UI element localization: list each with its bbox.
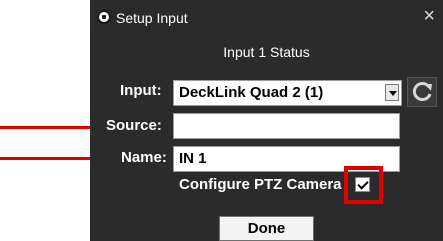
window-title: Setup Input bbox=[116, 10, 188, 26]
app-icon bbox=[97, 10, 111, 24]
annotation-arrow-name bbox=[0, 157, 100, 160]
title-bar: Setup Input × bbox=[90, 0, 443, 34]
annotation-highlight-box bbox=[344, 166, 383, 204]
ptz-checkbox-label: Configure PTZ Camera bbox=[179, 176, 342, 193]
status-heading: Input 1 Status bbox=[223, 44, 310, 60]
setup-input-dialog: Setup Input × Input 1 Status Input: Deck… bbox=[90, 0, 443, 241]
source-label: Source: bbox=[106, 117, 162, 134]
refresh-icon bbox=[412, 82, 432, 101]
refresh-button[interactable] bbox=[407, 77, 437, 107]
input-dropdown-value: DeckLink Quad 2 (1) bbox=[179, 84, 324, 101]
done-button[interactable]: Done bbox=[219, 216, 314, 241]
annotation-arrow-source bbox=[0, 126, 100, 129]
input-dropdown[interactable]: DeckLink Quad 2 (1) bbox=[173, 80, 402, 106]
name-label: Name: bbox=[121, 149, 167, 166]
close-icon[interactable]: × bbox=[423, 6, 435, 26]
source-input[interactable] bbox=[173, 113, 400, 139]
dropdown-arrow-icon[interactable] bbox=[385, 84, 399, 101]
input-label: Input: bbox=[120, 82, 162, 99]
